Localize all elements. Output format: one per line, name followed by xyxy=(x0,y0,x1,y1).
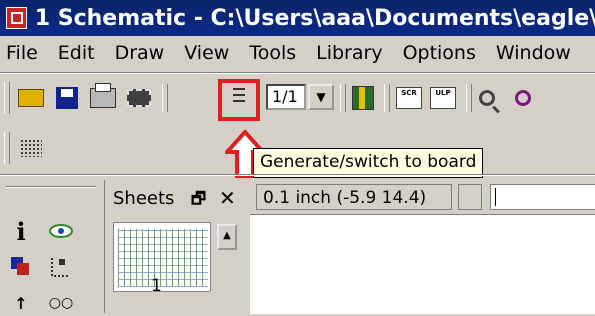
mark-button[interactable] xyxy=(48,254,74,280)
pin-icon[interactable]: 🗗 xyxy=(191,188,206,215)
move-button[interactable]: ↑ xyxy=(8,290,34,316)
save-button[interactable] xyxy=(52,84,82,112)
ulp-icon: ULP xyxy=(430,87,456,109)
menu-bar: File Edit Draw View Tools Library Option… xyxy=(0,38,595,68)
show-button[interactable] xyxy=(48,218,74,244)
menu-view[interactable]: View xyxy=(174,42,239,64)
window-title: 1 Schematic - C:\Users\aaa\Documents\eag… xyxy=(34,5,595,31)
coordinate-bar: 0.1 inch (-5.9 14.4) xyxy=(250,180,595,214)
chevron-down-icon: ▼ xyxy=(316,90,326,104)
grid-indicator[interactable] xyxy=(458,184,482,210)
toolbar-grip-2[interactable] xyxy=(4,132,10,164)
eagle-app-icon[interactable] xyxy=(6,7,27,29)
menu-window[interactable]: Window xyxy=(486,42,581,64)
layers-icon xyxy=(11,257,29,275)
thumbnail-scroll-up[interactable]: ▲ xyxy=(217,224,237,250)
coordinate-display: 0.1 inch (-5.9 14.4) xyxy=(256,184,452,210)
info-icon[interactable]: i xyxy=(8,217,34,246)
schematic-canvas[interactable] xyxy=(250,214,595,314)
sheet-select[interactable]: 1/1 xyxy=(266,84,306,110)
toolbar-divider xyxy=(162,84,168,112)
toolbar-grip[interactable] xyxy=(4,82,10,114)
open-button[interactable] xyxy=(16,84,46,112)
arrow-up-icon: ↑ xyxy=(14,293,28,313)
menu-tools[interactable]: Tools xyxy=(239,42,306,64)
cam-button[interactable] xyxy=(124,84,154,112)
magnifier-icon xyxy=(479,90,495,106)
command-line-input[interactable] xyxy=(490,184,595,210)
panel-grip[interactable] xyxy=(6,186,96,188)
library-button[interactable] xyxy=(348,84,378,112)
menu-library[interactable]: Library xyxy=(306,42,392,64)
sheets-panel-title: Sheets xyxy=(113,188,175,209)
menu-draw[interactable]: Draw xyxy=(105,42,175,64)
sheets-panel: Sheets 🗗 ✕ ▲ 1 xyxy=(104,180,247,313)
board-button-highlight xyxy=(218,79,260,121)
menu-options[interactable]: Options xyxy=(393,42,486,64)
toolbar-divider-3 xyxy=(384,84,390,112)
menu-edit[interactable]: Edit xyxy=(48,42,105,64)
script-icon: SCR xyxy=(396,87,422,109)
zoom-in-icon xyxy=(515,90,531,106)
zoom-fit-button[interactable] xyxy=(472,84,502,112)
toolbar-divider-2 xyxy=(340,84,346,112)
display-layers-button[interactable] xyxy=(8,254,34,280)
copy-button[interactable]: ○○ xyxy=(48,290,74,316)
eye-icon xyxy=(49,224,73,238)
script-button[interactable]: SCR xyxy=(394,84,424,112)
grid-icon xyxy=(20,139,42,157)
print-button[interactable] xyxy=(88,83,118,112)
sheet-thumbnail[interactable] xyxy=(113,222,211,292)
schematic-preview-image xyxy=(118,229,208,287)
folder-icon xyxy=(18,89,44,107)
menu-file[interactable]: File xyxy=(0,42,48,64)
sheet-dropdown-button[interactable]: ▼ xyxy=(308,84,334,110)
sheet-number: 1 xyxy=(151,276,162,296)
books-icon xyxy=(352,86,374,110)
floppy-icon xyxy=(56,87,78,109)
printer-icon xyxy=(90,83,116,108)
panel-separator xyxy=(0,174,595,176)
command-toolbar: i ↑ ○○ xyxy=(0,180,104,313)
title-bar: 1 Schematic - C:\Users\aaa\Documents\eag… xyxy=(0,0,595,36)
grid-button[interactable] xyxy=(16,134,46,162)
close-icon[interactable]: ✕ xyxy=(219,186,236,210)
film-icon xyxy=(127,89,151,107)
zoom-in-button[interactable] xyxy=(508,84,538,112)
mark-icon xyxy=(51,258,70,277)
ulp-button[interactable]: ULP xyxy=(428,84,458,112)
toolbar-separator xyxy=(0,72,595,74)
dots-icon: ○○ xyxy=(48,295,74,311)
